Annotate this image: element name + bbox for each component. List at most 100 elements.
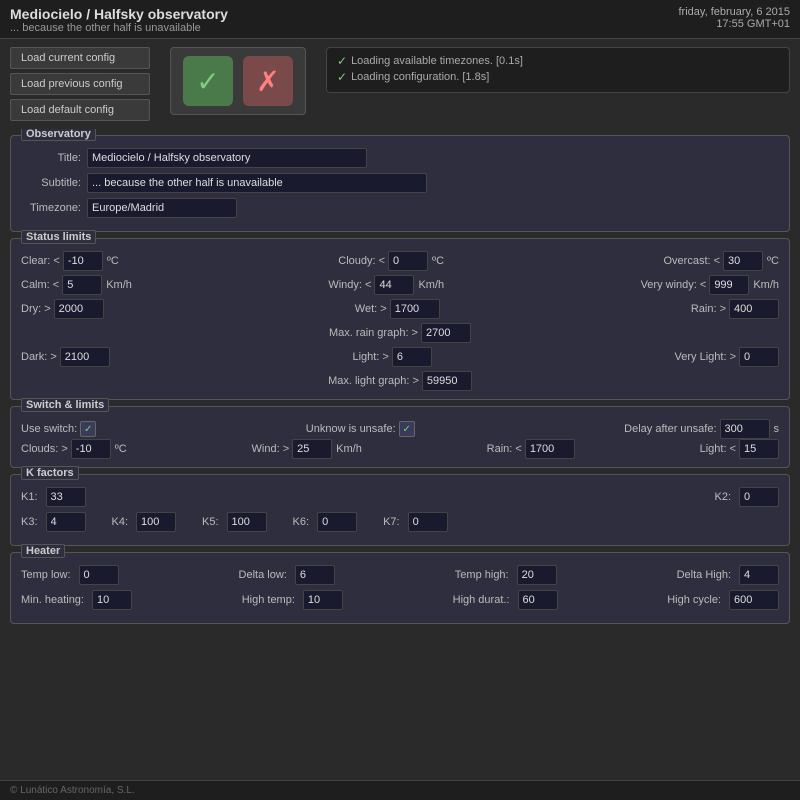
switch-row-2: Clouds: > ºC Wind: > Km/h Rain: <: [21, 439, 779, 459]
max-rain-input[interactable]: [421, 323, 471, 343]
load-current-config-button[interactable]: Load current config: [10, 47, 150, 69]
sw-clouds-input[interactable]: [71, 439, 111, 459]
high-durat-input[interactable]: [518, 590, 558, 610]
overcast-input[interactable]: [723, 251, 763, 271]
light-item: Light: >: [352, 347, 431, 367]
status-messages: ✓ Loading available timezones. [0.1s] ✓ …: [326, 47, 790, 93]
delay-input[interactable]: [720, 419, 770, 439]
use-switch-label: Use switch:: [21, 423, 77, 435]
subtitle-label: Subtitle:: [21, 177, 81, 189]
delta-low-input[interactable]: [295, 565, 335, 585]
cloudy-input[interactable]: [388, 251, 428, 271]
delay-unit: s: [774, 423, 780, 435]
high-cycle-input[interactable]: [729, 590, 779, 610]
status-msg-2: ✓ Loading configuration. [1.8s]: [337, 70, 779, 84]
windy-input[interactable]: [374, 275, 414, 295]
switch-limits-content: Use switch: ✓ Unknow is unsafe: ✓ Delay …: [21, 419, 779, 459]
calm-label: Calm: <: [21, 279, 59, 291]
calm-input[interactable]: [62, 275, 102, 295]
max-light-label: Max. light graph: >: [328, 375, 419, 387]
k1-input[interactable]: [46, 487, 86, 507]
high-temp-input[interactable]: [303, 590, 343, 610]
observatory-content: Title: Subtitle: Timezone:: [21, 148, 779, 218]
use-switch-item: Use switch: ✓: [21, 421, 96, 437]
cloudy-unit: ºC: [432, 255, 444, 267]
delta-low-label: Delta low:: [239, 569, 287, 581]
dark-input[interactable]: [60, 347, 110, 367]
status-text-1: Loading available timezones. [0.1s]: [351, 55, 523, 67]
action-buttons: ✓ ✗: [170, 47, 306, 115]
min-heating-input[interactable]: [92, 590, 132, 610]
k7-input[interactable]: [408, 512, 448, 532]
clear-label: Clear: <: [21, 255, 60, 267]
max-rain-label: Max. rain graph: >: [329, 327, 418, 339]
temp-low-input[interactable]: [79, 565, 119, 585]
very-windy-item: Very windy: < Km/h: [641, 275, 779, 295]
load-default-config-button[interactable]: Load default config: [10, 99, 150, 121]
wet-label: Wet: >: [355, 303, 387, 315]
sw-rain-label: Rain: <: [487, 443, 522, 455]
k3-input[interactable]: [46, 512, 86, 532]
unknown-unsafe-item: Unknow is unsafe: ✓: [306, 421, 415, 437]
temp-low-label: Temp low:: [21, 569, 71, 581]
confirm-button[interactable]: ✓: [183, 56, 233, 106]
sw-clouds-unit: ºC: [115, 443, 127, 455]
clear-unit: ºC: [107, 255, 119, 267]
header: Mediocielo / Halfsky observatory ... bec…: [0, 0, 800, 39]
check-icon-2: ✓: [337, 70, 347, 84]
status-limits-title: Status limits: [21, 230, 96, 244]
load-previous-config-button[interactable]: Load previous config: [10, 73, 150, 95]
max-light-input[interactable]: [422, 371, 472, 391]
sw-light-label: Light: <: [700, 443, 736, 455]
max-light-item: Max. light graph: >: [328, 371, 472, 391]
rain-input[interactable]: [729, 299, 779, 319]
max-rain-item: Max. rain graph: >: [329, 323, 471, 343]
clear-input[interactable]: [63, 251, 103, 271]
cancel-button[interactable]: ✗: [243, 56, 293, 106]
subtitle-row: Subtitle:: [21, 173, 779, 193]
limits-row-4: Max. rain graph: >: [21, 323, 779, 343]
windy-unit: Km/h: [418, 279, 444, 291]
k5-input[interactable]: [227, 512, 267, 532]
timezone-label: Timezone:: [21, 202, 81, 214]
title-input[interactable]: [87, 148, 367, 168]
unknown-unsafe-label: Unknow is unsafe:: [306, 423, 396, 435]
sw-rain-input[interactable]: [525, 439, 575, 459]
temp-high-input[interactable]: [517, 565, 557, 585]
dry-item: Dry: >: [21, 299, 104, 319]
header-right: friday, february, 6 2015 17:55 GMT+01: [679, 6, 791, 30]
very-light-label: Very Light: >: [675, 351, 736, 363]
switch-limits-section: Switch & limits Use switch: ✓ Unknow is …: [10, 406, 790, 468]
light-input[interactable]: [392, 347, 432, 367]
status-limits-section: Status limits Clear: < ºC Cloudy: < ºC: [10, 238, 790, 400]
timezone-input[interactable]: [87, 198, 237, 218]
k1-label: K1:: [21, 491, 38, 503]
dry-input[interactable]: [54, 299, 104, 319]
time-label: 17:55 GMT+01: [679, 18, 791, 30]
subtitle-input[interactable]: [87, 173, 427, 193]
light-label: Light: >: [352, 351, 388, 363]
k6-label: K6:: [293, 516, 310, 528]
check-icon: ✓: [196, 65, 219, 98]
observatory-title: Observatory: [21, 129, 96, 141]
k3-label: K3:: [21, 516, 38, 528]
very-windy-input[interactable]: [709, 275, 749, 295]
wet-input[interactable]: [390, 299, 440, 319]
k4-input[interactable]: [136, 512, 176, 532]
heater-row-2: Min. heating: High temp: High durat.: Hi…: [21, 590, 779, 610]
k6-input[interactable]: [317, 512, 357, 532]
k2-input[interactable]: [739, 487, 779, 507]
sw-wind-input[interactable]: [292, 439, 332, 459]
timezone-row: Timezone:: [21, 198, 779, 218]
date-label: friday, february, 6 2015: [679, 6, 791, 18]
unknown-unsafe-checkbox[interactable]: ✓: [399, 421, 415, 437]
top-controls: Load current config Load previous config…: [0, 39, 800, 129]
very-windy-label: Very windy: <: [641, 279, 707, 291]
sw-light-input[interactable]: [739, 439, 779, 459]
very-light-input[interactable]: [739, 347, 779, 367]
footer: © Lunático Astronomía, S.L.: [0, 780, 800, 800]
delta-high-input[interactable]: [739, 565, 779, 585]
copyright-text: © Lunático Astronomía, S.L.: [10, 785, 135, 796]
limits-row-5: Dark: > Light: > Very Light: >: [21, 347, 779, 367]
use-switch-checkbox[interactable]: ✓: [80, 421, 96, 437]
